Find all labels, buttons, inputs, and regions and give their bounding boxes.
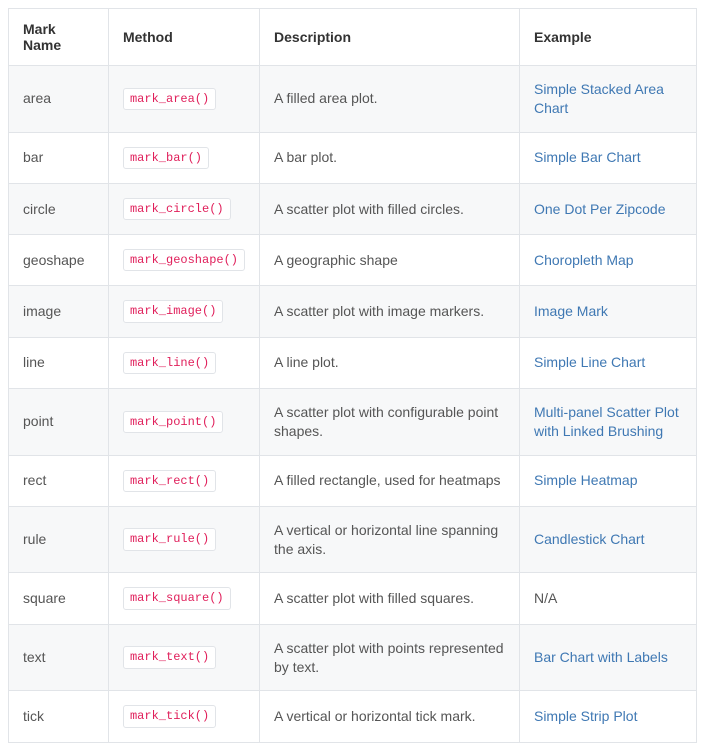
- method-code: mark_point(): [123, 411, 223, 433]
- method-cell: mark_text(): [108, 624, 259, 691]
- mark-name-cell: text: [9, 624, 109, 691]
- method-code: mark_square(): [123, 587, 231, 609]
- method-cell: mark_image(): [108, 286, 259, 337]
- mark-name-cell: circle: [9, 183, 109, 234]
- example-cell: Simple Stacked Area Chart: [519, 66, 696, 133]
- table-row: text mark_text() A scatter plot with point…: [9, 624, 697, 691]
- example-cell: Simple Heatmap: [519, 455, 696, 506]
- example-cell: Bar Chart with Labels: [519, 624, 696, 691]
- description-cell: A bar plot.: [260, 132, 520, 183]
- example-cell: Multi-panel Scatter Plot with Linked Bru…: [519, 388, 696, 455]
- description-cell: A filled rectangle, used for heatmaps: [260, 455, 520, 506]
- example-link[interactable]: Multi-panel Scatter Plot with Linked Bru…: [534, 404, 679, 439]
- table-row: circle mark_circle() A scatter plot with f…: [9, 183, 697, 234]
- method-code: mark_tick(): [123, 705, 216, 727]
- col-header-description: Description: [260, 9, 520, 66]
- col-header-example: Example: [519, 9, 696, 66]
- table-row: point mark_point() A scatter plot with con…: [9, 388, 697, 455]
- example-cell: Choropleth Map: [519, 235, 696, 286]
- table-body: area mark_area() A filled area plot. Simple…: [9, 66, 697, 743]
- mark-name-cell: image: [9, 286, 109, 337]
- method-code: mark_circle(): [123, 198, 231, 220]
- table-row: geoshape mark_geoshape() A geographic shap…: [9, 235, 697, 286]
- example-cell: N/A: [519, 573, 696, 624]
- mark-name-cell: line: [9, 337, 109, 388]
- method-cell: mark_area(): [108, 66, 259, 133]
- description-cell: A scatter plot with filled squares.: [260, 573, 520, 624]
- mark-name-cell: rect: [9, 455, 109, 506]
- method-code: mark_rule(): [123, 528, 216, 550]
- example-cell: Candlestick Chart: [519, 506, 696, 573]
- example-cell: One Dot Per Zipcode: [519, 183, 696, 234]
- example-link[interactable]: Simple Line Chart: [534, 354, 645, 370]
- example-link[interactable]: One Dot Per Zipcode: [534, 201, 666, 217]
- mark-name-cell: geoshape: [9, 235, 109, 286]
- description-cell: A scatter plot with filled circles.: [260, 183, 520, 234]
- description-cell: A scatter plot with configurable point s…: [260, 388, 520, 455]
- description-cell: A vertical or horizontal line spanning t…: [260, 506, 520, 573]
- table-row: area mark_area() A filled area plot. Simple…: [9, 66, 697, 133]
- mark-name-cell: area: [9, 66, 109, 133]
- example-link[interactable]: Choropleth Map: [534, 252, 634, 268]
- example-cell: Simple Bar Chart: [519, 132, 696, 183]
- table-row: line mark_line() A line plot. Simple Line C…: [9, 337, 697, 388]
- method-code: mark_text(): [123, 646, 216, 668]
- method-code: mark_rect(): [123, 470, 216, 492]
- example-link[interactable]: Image Mark: [534, 303, 608, 319]
- example-link[interactable]: Simple Heatmap: [534, 472, 638, 488]
- method-code: mark_bar(): [123, 147, 209, 169]
- example-link[interactable]: Simple Stacked Area Chart: [534, 81, 664, 116]
- example-link[interactable]: Simple Bar Chart: [534, 149, 641, 165]
- marks-table: Mark Name Method Description Example are…: [8, 8, 697, 743]
- description-cell: A geographic shape: [260, 235, 520, 286]
- description-cell: A filled area plot.: [260, 66, 520, 133]
- mark-name-cell: point: [9, 388, 109, 455]
- mark-name-cell: bar: [9, 132, 109, 183]
- method-cell: mark_rule(): [108, 506, 259, 573]
- table-row: rect mark_rect() A filled rectangle, used …: [9, 455, 697, 506]
- mark-name-cell: tick: [9, 691, 109, 742]
- example-cell: Simple Strip Plot: [519, 691, 696, 742]
- mark-name-cell: square: [9, 573, 109, 624]
- col-header-method: Method: [108, 9, 259, 66]
- description-cell: A line plot.: [260, 337, 520, 388]
- example-link[interactable]: Bar Chart with Labels: [534, 649, 668, 665]
- description-cell: A scatter plot with points represented b…: [260, 624, 520, 691]
- table-row: tick mark_tick() A vertical or horizontal …: [9, 691, 697, 742]
- method-cell: mark_geoshape(): [108, 235, 259, 286]
- example-cell: Image Mark: [519, 286, 696, 337]
- method-cell: mark_tick(): [108, 691, 259, 742]
- table-row: image mark_image() A scatter plot with ima…: [9, 286, 697, 337]
- method-cell: mark_circle(): [108, 183, 259, 234]
- table-row: bar mark_bar() A bar plot. Simple Bar Chart: [9, 132, 697, 183]
- mark-name-cell: rule: [9, 506, 109, 573]
- col-header-mark-name: Mark Name: [9, 9, 109, 66]
- method-code: mark_area(): [123, 88, 216, 110]
- method-cell: mark_bar(): [108, 132, 259, 183]
- example-na: N/A: [534, 590, 557, 606]
- method-cell: mark_rect(): [108, 455, 259, 506]
- description-cell: A scatter plot with image markers.: [260, 286, 520, 337]
- method-cell: mark_point(): [108, 388, 259, 455]
- table-row: rule mark_rule() A vertical or horizontal …: [9, 506, 697, 573]
- example-link[interactable]: Simple Strip Plot: [534, 708, 637, 724]
- method-code: mark_geoshape(): [123, 249, 245, 271]
- table-row: square mark_square() A scatter plot with f…: [9, 573, 697, 624]
- example-link[interactable]: Candlestick Chart: [534, 531, 645, 547]
- table-header: Mark Name Method Description Example: [9, 9, 697, 66]
- method-code: mark_image(): [123, 300, 223, 322]
- description-cell: A vertical or horizontal tick mark.: [260, 691, 520, 742]
- example-cell: Simple Line Chart: [519, 337, 696, 388]
- method-cell: mark_line(): [108, 337, 259, 388]
- method-cell: mark_square(): [108, 573, 259, 624]
- method-code: mark_line(): [123, 352, 216, 374]
